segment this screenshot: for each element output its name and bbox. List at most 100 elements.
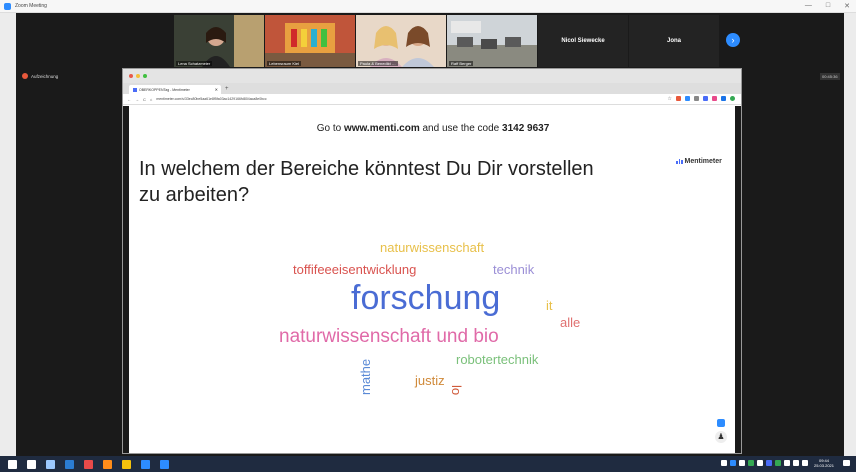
tray-icon[interactable] (747, 460, 754, 466)
word-cloud-word: lo (449, 385, 464, 396)
participant-name: Lebensraum Kiel (267, 61, 302, 66)
app-icon[interactable] (65, 459, 74, 469)
bookmark-star-icon[interactable]: ☆ (668, 96, 672, 102)
word-cloud-word: naturwissenschaft (380, 240, 485, 255)
minimize-dot-icon[interactable] (136, 74, 140, 78)
word-cloud-word: alle (560, 315, 581, 330)
participant-name: Nicol Siewecke (561, 38, 605, 44)
clock-date: 25.03.2021 (813, 463, 834, 468)
new-tab-button[interactable]: + (225, 85, 229, 94)
browser-tabbar: OBERKOPPENTag - Mentimeter ✕ + (123, 83, 741, 94)
back-icon[interactable]: ← (127, 97, 131, 102)
mentimeter-bars-icon (676, 159, 683, 164)
slide-border-left (123, 106, 129, 453)
firefox-icon[interactable] (103, 459, 112, 469)
question-line-1: In welchem der Bereiche könntest Du Dir … (139, 158, 594, 180)
menti-site: www.menti.com (343, 123, 420, 134)
app-icon[interactable] (46, 459, 55, 469)
tab-close-icon[interactable]: ✕ (215, 87, 218, 92)
app-icon[interactable] (141, 459, 150, 469)
extension-icon[interactable] (721, 96, 726, 101)
app-icon[interactable] (84, 459, 93, 469)
brand-label: Mentimeter (684, 158, 722, 165)
notifications-icon[interactable] (843, 460, 850, 466)
extension-icon[interactable] (703, 96, 708, 101)
word-cloud-word: toffifeeeisentwicklung (293, 262, 417, 277)
record-icon (22, 73, 28, 79)
close-button[interactable]: ✕ (844, 2, 850, 10)
participant-video (265, 15, 355, 67)
maximize-button[interactable]: □ (826, 2, 830, 10)
start-icon[interactable] (8, 459, 17, 469)
participant-tile[interactable]: Jona (629, 15, 719, 67)
browser-tab[interactable]: OBERKOPPENTag - Mentimeter ✕ (129, 85, 221, 94)
recording-label: Aufzeichnung (31, 73, 59, 79)
meeting-timer: 00:45:36 (820, 73, 840, 80)
participant-name: Jona (666, 38, 681, 44)
tray-icon[interactable] (801, 460, 808, 466)
participant-video (174, 15, 264, 67)
participant-strip: Lena Schatzmeier Lebensraum Kiel Paula &… (174, 15, 719, 67)
system-tray: 09:44 25.03.2021 (720, 458, 850, 468)
slide-border-right (735, 106, 741, 453)
extension-icon[interactable] (685, 96, 690, 101)
participant-tile[interactable]: Paula & Benedikt … (356, 15, 446, 67)
zoom-taskbar-icon[interactable] (160, 459, 169, 469)
goto-mid: and use the code (419, 123, 503, 134)
extensions-bar: ☆ (668, 96, 735, 102)
address-bar: ← → C ⌂ mentimeter.com/s/33ec80be5aa61e8… (123, 94, 741, 105)
participant-tile[interactable]: Nicol Siewecke (538, 15, 628, 67)
participant-name: Lena Schatzmeier (176, 61, 213, 66)
participant-tile[interactable]: Lena Schatzmeier (174, 15, 264, 67)
minimize-button[interactable]: — (805, 2, 812, 10)
shared-screen-browser: OBERKOPPENTag - Mentimeter ✕ + ← → C ⌂ m… (122, 68, 742, 454)
participant-tile[interactable]: Raff Berger (447, 15, 537, 67)
word-cloud-word: naturwissenschaft und bio (279, 326, 499, 347)
word-cloud-word: forschung (351, 279, 501, 317)
slide-side-controls: ♟ (715, 419, 727, 443)
tab-title: OBERKOPPENTag - Mentimeter (139, 87, 190, 92)
slide-question: In welchem der Bereiche könntest Du Dir … (139, 156, 659, 208)
zoom-icon (4, 2, 11, 10)
url-field[interactable]: mentimeter.com/s/33ec80be5aa61e8f5fa03ac… (156, 97, 663, 101)
system-clock[interactable]: 09:44 25.03.2021 (814, 458, 834, 468)
participant-tile[interactable]: Lebensraum Kiel (265, 15, 355, 67)
word-cloud-word: it (546, 298, 553, 313)
tray-icon[interactable] (783, 460, 790, 466)
close-dot-icon[interactable] (129, 74, 133, 78)
browser-titlebar (123, 69, 741, 83)
question-line-2: zu arbeiten? (139, 184, 250, 206)
zoom-window-title: Zoom Meeting (15, 3, 47, 9)
maximize-dot-icon[interactable] (143, 74, 147, 78)
tray-icon[interactable] (729, 460, 736, 466)
desktop: Zoom Meeting — □ ✕ Lena Schatzmeier Lebe… (0, 0, 856, 472)
file-explorer-icon[interactable] (122, 459, 131, 469)
windows-taskbar: 09:44 25.03.2021 (0, 456, 856, 472)
home-icon[interactable]: ⌂ (150, 97, 152, 102)
tray-icon[interactable] (792, 460, 799, 466)
profile-avatar[interactable] (730, 96, 735, 101)
chat-icon[interactable] (717, 419, 725, 427)
mentimeter-logo: Mentimeter (676, 158, 722, 165)
task-view-icon[interactable] (27, 459, 36, 469)
recording-indicator[interactable]: Aufzeichnung (22, 73, 58, 79)
tray-icon[interactable] (774, 460, 781, 466)
tray-icon[interactable] (756, 460, 763, 466)
person-icon[interactable]: ♟ (715, 431, 727, 443)
participant-name: Paula & Benedikt … (358, 61, 398, 66)
participant-video (447, 15, 537, 67)
tray-icon[interactable] (765, 460, 772, 466)
tray-icon[interactable] (738, 460, 745, 466)
word-cloud-word: robotertechnik (456, 352, 539, 367)
extension-icon[interactable] (694, 96, 699, 101)
tray-icon[interactable] (720, 460, 727, 466)
extension-icon[interactable] (712, 96, 717, 101)
menti-code: 3142 9637 (502, 123, 550, 134)
join-instructions: Go to www.menti.com and use the code 314… (123, 123, 743, 134)
word-cloud-word: justiz (415, 373, 445, 388)
next-participants-button[interactable]: › (726, 33, 740, 47)
reload-icon[interactable]: C (143, 97, 146, 102)
forward-icon[interactable]: → (135, 97, 139, 102)
extension-icon[interactable] (676, 96, 681, 101)
participant-video (356, 15, 446, 67)
